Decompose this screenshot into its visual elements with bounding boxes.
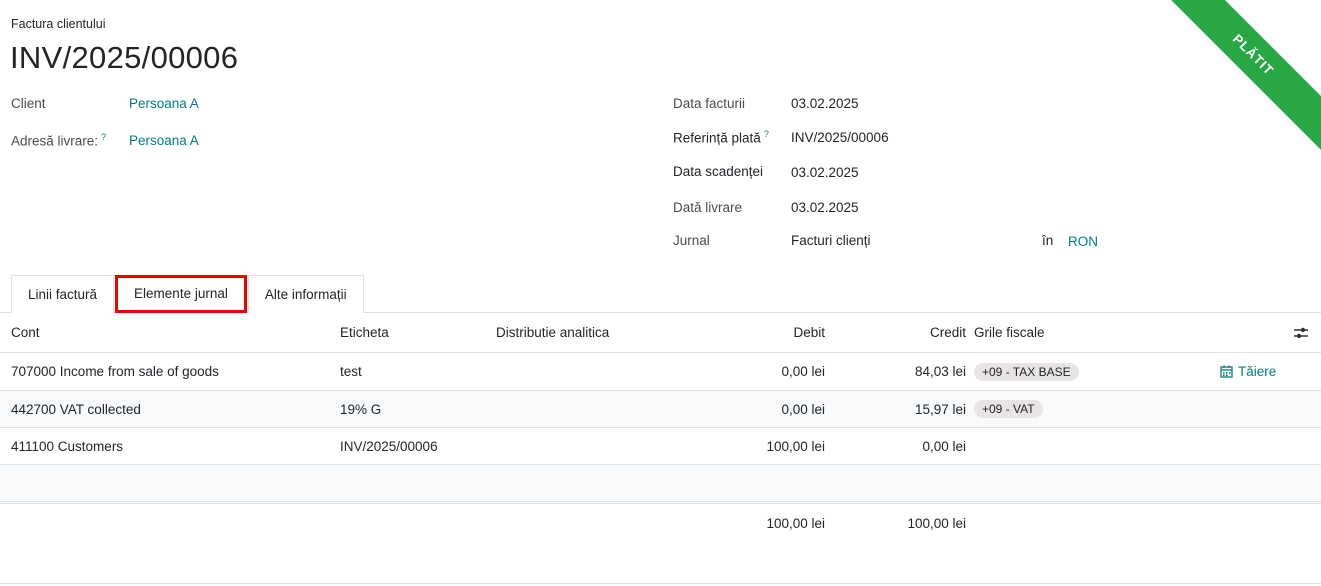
tax-grid-badge: +09 - TAX BASE bbox=[974, 362, 1079, 381]
tab-other-info[interactable]: Alte informații bbox=[247, 275, 364, 313]
client-label: Client bbox=[11, 96, 46, 111]
cut-button-label: Tăiere bbox=[1238, 364, 1277, 379]
column-header-label[interactable]: Eticheta bbox=[340, 313, 389, 352]
optional-columns-icon[interactable] bbox=[1293, 313, 1309, 352]
tab-journal-items[interactable]: Elemente jurnal bbox=[115, 275, 247, 313]
debit-cell: 0,00 lei bbox=[781, 401, 825, 417]
column-header-debit[interactable]: Debit bbox=[700, 313, 825, 352]
due-date-value[interactable]: 03.02.2025 bbox=[791, 165, 859, 180]
table-row[interactable]: 411100 Customers INV/2025/00006 100,00 l… bbox=[0, 428, 1321, 465]
delivery-date-label: Dată livrare bbox=[673, 200, 743, 215]
paid-ribbon: PLĂTIT bbox=[1161, 0, 1321, 160]
credit-cell: 84,03 lei bbox=[914, 364, 966, 379]
settings-sliders-icon bbox=[1294, 327, 1308, 338]
account-cell: 707000 Income from sale of goods bbox=[11, 364, 219, 379]
debit-cell: 100,00 lei bbox=[766, 438, 825, 454]
total-debit: 100,00 lei bbox=[766, 516, 825, 531]
journal-items-table: Cont Eticheta Distributie analitica Debi… bbox=[0, 313, 1321, 502]
label-cell: test bbox=[340, 364, 362, 379]
payment-reference-value[interactable]: INV/2025/00006 bbox=[791, 130, 889, 145]
table-row[interactable]: 707000 Income from sale of goods test 0,… bbox=[0, 353, 1321, 391]
debit-cell: 0,00 lei bbox=[781, 364, 825, 379]
total-credit: 100,00 lei bbox=[907, 516, 966, 531]
account-cell: 442700 VAT collected bbox=[11, 401, 141, 417]
column-header-analytic[interactable]: Distributie analitica bbox=[496, 313, 609, 352]
calendar-icon bbox=[1220, 365, 1233, 378]
tax-grid-cell: +09 - TAX BASE bbox=[974, 353, 1079, 390]
tab-invoice-lines[interactable]: Linii factură bbox=[11, 275, 115, 313]
column-header-account[interactable]: Cont bbox=[11, 313, 40, 352]
totals-row: 100,00 lei 100,00 lei bbox=[0, 503, 1321, 543]
tax-grid-cell: +09 - VAT bbox=[974, 391, 1043, 427]
delivery-address-label: Adresă livrare:? bbox=[11, 132, 106, 149]
help-icon[interactable]: ? bbox=[101, 132, 106, 142]
label-cell: INV/2025/00006 bbox=[340, 438, 438, 454]
help-icon[interactable]: ? bbox=[764, 129, 769, 139]
divider bbox=[0, 583, 1321, 584]
payment-reference-label: Referință plată? bbox=[673, 129, 769, 146]
payment-reference-label-text: Referință plată bbox=[673, 130, 761, 146]
credit-cell: 0,00 lei bbox=[922, 438, 966, 454]
table-header: Cont Eticheta Distributie analitica Debi… bbox=[0, 313, 1321, 353]
column-header-credit[interactable]: Credit bbox=[840, 313, 966, 352]
cut-button[interactable]: Tăiere bbox=[1220, 353, 1276, 390]
table-row[interactable]: 442700 VAT collected 19% G 0,00 lei 15,9… bbox=[0, 391, 1321, 428]
invoice-date-value[interactable]: 03.02.2025 bbox=[791, 96, 859, 111]
due-date-label: Data scadenței bbox=[673, 164, 764, 179]
account-cell: 411100 Customers bbox=[11, 438, 124, 454]
tax-grid-badge: +09 - VAT bbox=[974, 400, 1043, 418]
currency-in-label: în bbox=[1042, 233, 1054, 248]
client-link[interactable]: Persoana A bbox=[129, 96, 199, 111]
credit-cell: 15,97 lei bbox=[914, 401, 966, 417]
empty-row bbox=[0, 465, 1321, 502]
page-title: INV/2025/00006 bbox=[10, 40, 239, 75]
document-type: Factura clientului bbox=[11, 17, 106, 31]
invoice-date-label: Data facturii bbox=[673, 96, 746, 111]
status-ribbon-wrap: PLĂTIT bbox=[1161, 0, 1321, 160]
label-cell: 19% G bbox=[340, 401, 382, 417]
notebook-tabs: Linii factură Elemente jurnal Alte infor… bbox=[11, 275, 364, 313]
delivery-address-label-text: Adresă livrare: bbox=[11, 133, 99, 149]
column-header-tax-grids[interactable]: Grile fiscale bbox=[974, 313, 1045, 352]
currency-link[interactable]: RON bbox=[1068, 234, 1098, 249]
delivery-address-link[interactable]: Persoana A bbox=[129, 133, 199, 148]
delivery-date-value[interactable]: 03.02.2025 bbox=[791, 200, 859, 215]
journal-value[interactable]: Facturi clienți bbox=[791, 233, 871, 248]
journal-label: Jurnal bbox=[673, 233, 710, 248]
